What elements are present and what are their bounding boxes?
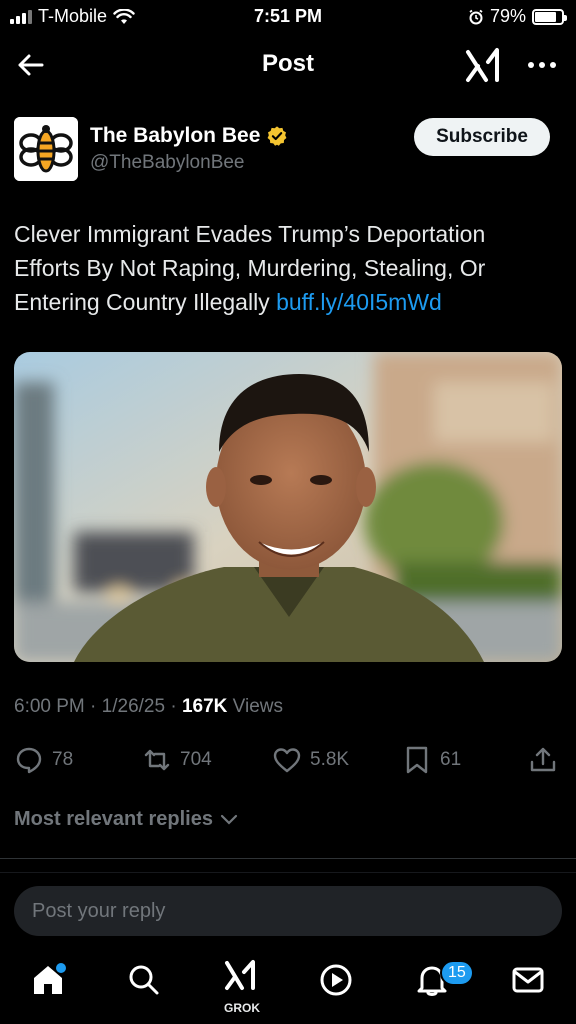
- verified-badge-icon: [267, 126, 287, 146]
- reply-count: 78: [52, 749, 74, 770]
- more-icon: [528, 62, 556, 68]
- subscribe-button[interactable]: Subscribe: [414, 118, 550, 156]
- views-count: 167K: [181, 696, 228, 717]
- like-button[interactable]: 5.8K: [272, 742, 349, 778]
- grok-tab-label: GROK: [224, 1001, 260, 1015]
- bee-logo-icon: [14, 117, 78, 181]
- repost-count: 704: [180, 749, 212, 770]
- repost-icon: [144, 749, 170, 771]
- reply-button[interactable]: 78: [14, 742, 73, 778]
- notifications-badge: 15: [440, 960, 474, 986]
- bookmark-button[interactable]: 61: [402, 742, 461, 778]
- battery-fill: [535, 11, 556, 22]
- play-icon: [320, 964, 352, 996]
- author-name[interactable]: The Babylon Bee: [90, 124, 288, 148]
- battery-percent: 79%: [489, 6, 526, 26]
- divider: [0, 872, 576, 873]
- status-bar: T-Mobile 7:51 PM 79%: [0, 0, 576, 34]
- post-header: Post: [0, 40, 576, 90]
- replies-sort-dropdown[interactable]: Most relevant replies: [14, 808, 239, 831]
- tweet-text: Clever Immigrant Evades Trump’s Deportat…: [14, 217, 554, 319]
- heart-icon: [273, 748, 301, 773]
- replies-sort-label: Most relevant replies: [14, 808, 213, 830]
- tab-grok[interactable]: [222, 958, 262, 998]
- share-icon: [530, 747, 556, 772]
- home-unread-dot: [56, 963, 66, 973]
- avatar[interactable]: [14, 117, 78, 181]
- grok-button[interactable]: [464, 46, 502, 84]
- tweet-date: 1/26/25: [101, 696, 166, 717]
- repost-button[interactable]: 704: [142, 742, 212, 778]
- search-icon: [129, 965, 159, 995]
- man-portrait-image: [14, 352, 562, 662]
- bookmark-count: 61: [440, 749, 462, 770]
- author-handle[interactable]: @TheBabylonBee: [90, 152, 245, 174]
- like-count: 5.8K: [310, 749, 350, 770]
- tweet-link[interactable]: buff.ly/40I5mWd: [276, 289, 442, 315]
- reply-input[interactable]: Post your reply: [14, 886, 562, 936]
- divider: [0, 858, 576, 859]
- mail-icon: [512, 967, 544, 993]
- battery-icon: [532, 8, 567, 25]
- tab-video[interactable]: [318, 962, 358, 1002]
- share-button[interactable]: [528, 742, 558, 778]
- tweet-photo[interactable]: [14, 352, 562, 662]
- comment-icon: [16, 747, 42, 774]
- author-name-text: The Babylon Bee: [90, 124, 261, 147]
- more-button[interactable]: [522, 50, 562, 80]
- views-label: Views: [232, 696, 283, 717]
- chevron-down-icon: [220, 814, 238, 825]
- status-right: 79%: [468, 6, 567, 27]
- alarm-icon: [469, 9, 483, 24]
- tweet-meta: 6:00 PM · 1/26/25 · 167K Views: [14, 696, 283, 717]
- tab-bar: [0, 948, 576, 1024]
- grok-icon: [225, 960, 255, 990]
- tab-messages[interactable]: [510, 962, 550, 1002]
- grok-icon: [466, 48, 499, 82]
- tab-search[interactable]: [126, 962, 166, 1002]
- bookmark-icon: [406, 746, 428, 774]
- tweet-time: 6:00 PM: [14, 696, 85, 717]
